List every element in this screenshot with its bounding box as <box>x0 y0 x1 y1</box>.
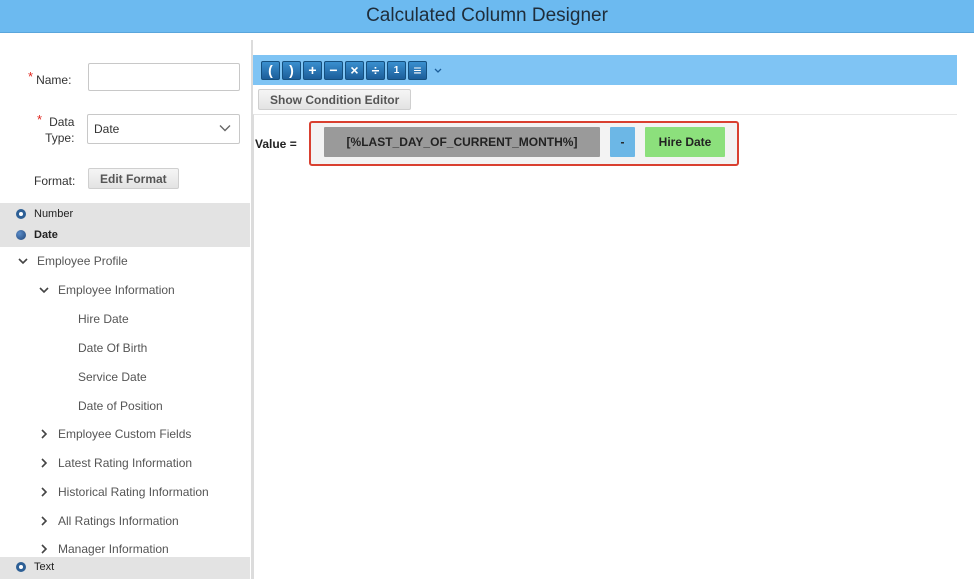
close-paren-button[interactable]: ) <box>282 60 301 80</box>
minus-button[interactable]: − <box>324 60 343 80</box>
data-type-select[interactable]: Date <box>87 114 240 144</box>
tree-node-employee-information[interactable]: Employee Information <box>38 283 175 297</box>
variable-token[interactable]: [%LAST_DAY_OF_CURRENT_MONTH%] <box>324 127 600 157</box>
data-type-value: Date <box>94 122 120 136</box>
field-type-text[interactable]: Text <box>16 561 54 573</box>
tree-node-historical-rating-information[interactable]: Historical Rating Information <box>38 485 209 499</box>
field-type-label: Number <box>34 208 74 220</box>
tree-node-label: Historical Rating Information <box>58 485 209 499</box>
tree-node-employee-custom-fields[interactable]: Employee Custom Fields <box>38 427 191 441</box>
tree-leaf-hire-date[interactable]: Hire Date <box>78 312 129 326</box>
left-panel: * Name: * Data Type: Date Format: Edit F… <box>0 33 252 579</box>
window-title: Calculated Column Designer <box>366 5 608 26</box>
tree-node-label: Manager Information <box>58 542 169 556</box>
open-paren-icon: ( <box>268 62 273 78</box>
data-type-label-row: * Data Type: <box>37 112 74 146</box>
data-type-label-line1: Data <box>49 115 75 129</box>
text-value-icon: ≡ <box>413 62 422 78</box>
field-type-number[interactable]: Number <box>16 208 73 220</box>
radio-selected-icon <box>16 230 26 240</box>
chevron-right-icon <box>41 544 48 554</box>
right-margin <box>957 55 974 579</box>
show-condition-editor-button[interactable]: Show Condition Editor <box>258 89 412 110</box>
tree-node-label: Employee Information <box>58 283 175 297</box>
chevron-down-icon <box>39 287 49 294</box>
chevron-down-icon <box>18 258 28 265</box>
name-label: Name: <box>36 73 72 87</box>
data-type-label-line2: Type: <box>45 131 75 145</box>
format-label-row: Format: <box>34 173 75 189</box>
radio-button-icon <box>16 209 26 219</box>
field-type-date[interactable]: Date <box>16 229 58 241</box>
tree-node-latest-rating-information[interactable]: Latest Rating Information <box>38 456 192 470</box>
text-value-button[interactable]: ≡ <box>408 60 427 80</box>
tree-node-label: Employee Custom Fields <box>58 427 192 441</box>
plus-icon: + <box>308 62 317 78</box>
tree-node-manager-information[interactable]: Manager Information <box>38 542 169 556</box>
radio-button-icon <box>16 562 26 572</box>
field-token[interactable]: Hire Date <box>645 127 725 157</box>
value-label: Value = <box>255 137 297 151</box>
chevron-right-icon <box>41 487 48 497</box>
tree-leaf-date-of-position[interactable]: Date of Position <box>78 399 163 413</box>
operator-token[interactable]: - <box>610 127 635 157</box>
tree-node-label: All Ratings Information <box>58 514 179 528</box>
required-asterisk: * <box>28 68 34 84</box>
tree-node-all-ratings-information[interactable]: All Ratings Information <box>38 514 179 528</box>
divide-button[interactable]: ÷ <box>366 60 385 80</box>
number-icon: 1 <box>393 64 400 76</box>
tree-node-label: Employee Profile <box>37 254 128 268</box>
multiply-icon: × <box>350 62 359 78</box>
title-bar: Calculated Column Designer <box>0 0 974 33</box>
tree-node-employee-profile[interactable]: Employee Profile <box>17 254 128 268</box>
name-label-row: * Name: <box>28 68 72 88</box>
data-type-label: Data Type: <box>45 114 74 146</box>
edit-format-button[interactable]: Edit Format <box>88 168 179 189</box>
close-paren-icon: ) <box>289 62 294 78</box>
chevron-down-icon <box>219 125 231 132</box>
field-type-label: Date <box>34 229 58 241</box>
minus-icon: − <box>329 62 338 78</box>
format-label: Format: <box>34 174 76 188</box>
tree-leaf-date-of-birth[interactable]: Date Of Birth <box>78 341 147 355</box>
chevron-right-icon <box>41 458 48 468</box>
chevron-right-icon <box>41 429 48 439</box>
chevron-right-icon <box>41 516 48 526</box>
field-type-label: Text <box>34 561 55 573</box>
operator-toolbar: ( ) + − × ÷ 1 ≡ <box>253 55 957 85</box>
divide-icon: ÷ <box>371 62 380 78</box>
chevron-down-icon[interactable] <box>433 65 443 75</box>
number-constant-button[interactable]: 1 <box>387 60 406 80</box>
tree-leaf-service-date[interactable]: Service Date <box>78 370 147 384</box>
expression-canvas[interactable] <box>253 114 957 579</box>
plus-button[interactable]: + <box>303 60 322 80</box>
tree-node-label: Latest Rating Information <box>58 456 193 470</box>
multiply-button[interactable]: × <box>345 60 364 80</box>
required-asterisk: * <box>37 112 43 127</box>
open-paren-button[interactable]: ( <box>261 60 280 80</box>
name-input[interactable] <box>88 63 240 91</box>
